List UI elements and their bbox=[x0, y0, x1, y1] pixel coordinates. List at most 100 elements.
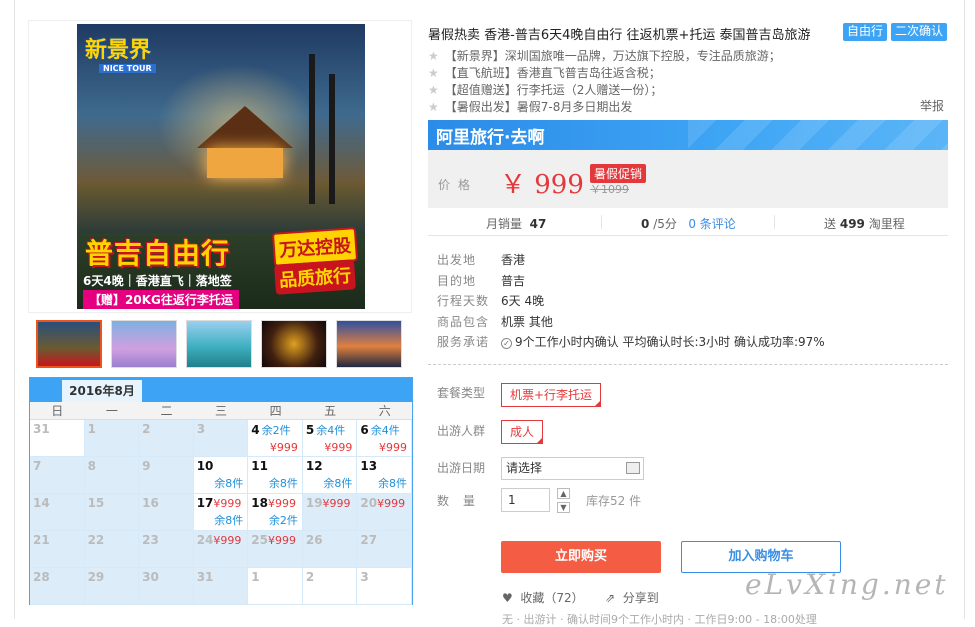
calendar-day[interactable]: 12 余8件 bbox=[302, 457, 358, 494]
calendar-day: 29 bbox=[84, 568, 140, 605]
calendar-day: 25¥999 bbox=[248, 531, 303, 568]
product-details: 出发地 香港 目的地 普吉 行程天数 6天 4晚 商品包含 机票 其他 服务承诺 ✓ 9个工… bbox=[437, 250, 825, 353]
calendar-day: 3 bbox=[357, 568, 412, 605]
buy-now-button[interactable]: 立即购买 bbox=[501, 541, 661, 573]
thumbnail-strip bbox=[36, 320, 408, 370]
day-number: 6 bbox=[360, 423, 369, 437]
shop-name: 阿里旅行·去啊 bbox=[436, 128, 545, 148]
day-number: 9 bbox=[142, 459, 151, 473]
pool-area bbox=[77, 184, 365, 234]
temple-body bbox=[207, 148, 283, 178]
calendar-day[interactable]: 6 余4件 ¥999 bbox=[357, 420, 412, 457]
main-product-image[interactable]: 新景界 NICE TOUR 普吉自由行 万达控股 品质旅行 6天4晚｜香港直飞｜… bbox=[77, 24, 365, 309]
day-number: 4 bbox=[251, 423, 260, 437]
price-label: 价格 bbox=[438, 178, 479, 192]
calendar-day: 3 bbox=[193, 420, 249, 457]
day-number: 10 bbox=[196, 459, 214, 473]
thumbnail-1[interactable] bbox=[36, 320, 102, 368]
thumbnail-5[interactable] bbox=[336, 320, 402, 368]
tag-reconfirm: 二次确认 bbox=[891, 23, 948, 41]
tag-free-travel: 自由行 bbox=[843, 23, 888, 41]
day-number: 12 bbox=[305, 459, 323, 473]
people-option-selected[interactable]: 成人 bbox=[501, 420, 544, 444]
package-option-selected[interactable]: 机票+行李托运 bbox=[501, 383, 602, 407]
day-price: ¥999 bbox=[322, 497, 351, 510]
calendar-day: 20¥999 bbox=[357, 494, 412, 531]
calendar-day[interactable]: 13 余8件 bbox=[357, 457, 412, 494]
bullet-item: ★ 【新景界】深圳国旅唯一品牌，万达旗下控股，专注品质旅游； bbox=[428, 49, 781, 63]
qty-increase-button[interactable]: ▲ bbox=[557, 488, 570, 499]
weekday-label: 一 bbox=[105, 404, 118, 418]
share-button[interactable]: ⇗ 分享到 bbox=[605, 589, 659, 606]
brand-logo: 新景界 bbox=[85, 37, 152, 63]
calendar-day[interactable]: 4 余2件 ¥999 bbox=[248, 420, 303, 457]
day-number: 28 bbox=[33, 570, 50, 584]
day-stock: 余8件 bbox=[214, 477, 244, 490]
day-number: 2 bbox=[305, 570, 315, 584]
calendar-day: 14 bbox=[30, 494, 85, 531]
weekday-label: 二 bbox=[160, 404, 173, 418]
shop-banner[interactable]: 阿里旅行·去啊 bbox=[428, 120, 948, 150]
share-icon: ⇗ bbox=[605, 591, 616, 605]
day-number: 22 bbox=[87, 533, 105, 547]
day-price: ¥999 bbox=[267, 497, 296, 510]
temple-roof bbox=[197, 106, 293, 148]
day-price: ¥999 bbox=[213, 497, 242, 510]
calendar-day: 30 bbox=[139, 568, 194, 605]
travel-date-picker[interactable]: 请选择 bbox=[501, 457, 644, 480]
detail-row: 行程天数 6天 4晚 bbox=[437, 294, 545, 308]
original-price: ￥1099 bbox=[590, 183, 629, 196]
calendar-day[interactable]: 10 余8件 bbox=[193, 457, 249, 494]
day-number: 26 bbox=[305, 533, 323, 547]
star-icon: ★ bbox=[428, 100, 439, 114]
day-number: 23 bbox=[142, 533, 159, 547]
calendar-day: 28 bbox=[30, 568, 85, 605]
day-number: 25 bbox=[251, 533, 268, 547]
day-stock: 余8件 bbox=[214, 514, 244, 527]
calendar-day: 7 bbox=[30, 457, 85, 494]
calendar-header: 2016年8月 bbox=[30, 378, 412, 402]
day-number: 3 bbox=[360, 570, 369, 584]
report-link[interactable]: 举报 bbox=[920, 97, 944, 114]
day-number: 21 bbox=[33, 533, 50, 547]
favorite-button[interactable]: ♥ 收藏（72） bbox=[502, 589, 584, 606]
calendar-day[interactable]: 11 余8件 bbox=[248, 457, 303, 494]
promo-line: 6天4晚｜香港直飞｜落地签 bbox=[83, 274, 232, 288]
bullet-item: ★ 【超值赠送】行李托运（2人赠送一份）； bbox=[428, 83, 663, 97]
calendar-icon[interactable] bbox=[626, 462, 640, 474]
rating: 0 /5分 0 条评论 bbox=[641, 217, 736, 231]
price-box: 价格 ￥ 999 暑假促销 ￥1099 bbox=[428, 150, 948, 208]
day-number: 30 bbox=[142, 570, 159, 584]
calendar-day: 16 bbox=[139, 494, 194, 531]
calendar-day: 24¥999 bbox=[193, 531, 249, 568]
calendar-day[interactable]: 5 余4件 ¥999 bbox=[302, 420, 358, 457]
star-icon: ★ bbox=[428, 66, 439, 80]
thumbnail-4[interactable] bbox=[261, 320, 327, 368]
promo-title: 普吉自由行 bbox=[85, 237, 231, 270]
day-number: 1 bbox=[87, 422, 96, 436]
monthly-sales: 月销量 47 bbox=[486, 217, 547, 231]
calendar-month-tab[interactable]: 2016年8月 bbox=[62, 380, 142, 402]
day-number: 14 bbox=[33, 496, 50, 510]
day-number: 15 bbox=[87, 496, 105, 510]
day-stock: 余2件 bbox=[261, 424, 291, 437]
calendar-day: 2 bbox=[139, 420, 194, 457]
day-number: 1 bbox=[251, 570, 260, 584]
calendar-day[interactable]: 17¥999 余8件 bbox=[193, 494, 249, 531]
thumbnail-2[interactable] bbox=[111, 320, 177, 368]
thumbnail-3[interactable] bbox=[186, 320, 252, 368]
calendar-day: 9 bbox=[139, 457, 194, 494]
weekday-label: 三 bbox=[215, 404, 228, 418]
detail-row: 目的地 普吉 bbox=[437, 273, 526, 288]
reviews-link[interactable]: 0 条评论 bbox=[688, 217, 735, 231]
day-number: 16 bbox=[142, 496, 159, 510]
detail-row: 商品包含 机票 其他 bbox=[437, 314, 553, 329]
day-price: ¥999 bbox=[324, 441, 353, 454]
calendar-day[interactable]: 18¥999 余2件 bbox=[248, 494, 303, 531]
palm-tree bbox=[309, 54, 315, 204]
stock-count: 库存52 件 bbox=[586, 494, 642, 508]
day-number: 11 bbox=[251, 459, 268, 473]
qty-decrease-button[interactable]: ▼ bbox=[557, 502, 570, 513]
quantity-input[interactable]: 1 bbox=[501, 488, 550, 512]
weekday-label: 日 bbox=[51, 404, 64, 418]
